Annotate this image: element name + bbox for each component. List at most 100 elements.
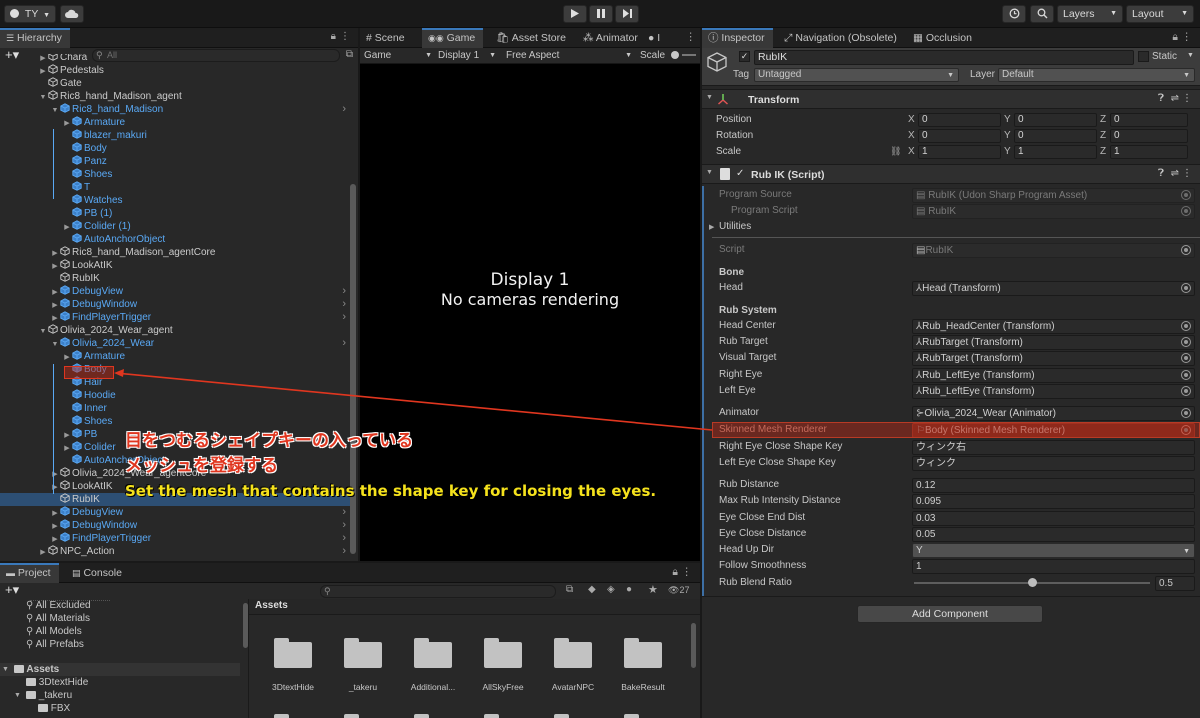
asset-folder-icon[interactable] [414,638,452,668]
search-by-label-icon[interactable]: ◆ [588,584,596,595]
animator-field[interactable]: ⊱Olivia_2024_Wear (Animator) [912,406,1195,421]
left-eye-shape-key-field[interactable]: ウィンク [912,456,1195,471]
add-icon[interactable]: +▾ [5,582,19,598]
help-icon[interactable]: ❓︎ [1158,168,1164,179]
more-menu-icon[interactable]: ⋮ [682,566,693,578]
more-menu-icon[interactable]: ⋮ [1182,93,1192,104]
scale-slider[interactable]: Scale [640,50,698,62]
asset-folder-icon[interactable] [414,714,452,718]
log-icon[interactable]: ● [626,584,632,595]
script-enabled-checkbox[interactable]: ✓ [736,169,747,180]
max-rub-intensity-field[interactable]: 0.095 [912,494,1195,509]
object-picker-icon[interactable] [1181,386,1191,396]
lock-icon[interactable]: 🔒︎ [331,31,336,42]
step-button[interactable] [615,5,639,23]
tag-icon[interactable]: ◈ [607,584,615,595]
chevron-right-icon[interactable]: › [342,337,346,350]
asset-folder-icon[interactable] [484,638,522,668]
tab-console[interactable]: ▤ Console [66,563,130,583]
rub-target-field[interactable]: ⅄RubTarget (Transform) [912,335,1195,350]
transform-position-x-field[interactable]: 0 [918,113,1001,127]
script-component-header[interactable]: ▼ ✓ Rub IK (Script) ❓︎ ⇌ ⋮ [702,164,1200,184]
project-tree-item[interactable]: ⚲ All Models [0,625,240,638]
rub-blend-ratio-field[interactable]: 0.5 [1155,576,1195,591]
rub-blend-slider-thumb[interactable] [1027,578,1037,587]
follow-smoothness-field[interactable]: 1 [912,559,1195,574]
hierarchy-row[interactable]: ▶ LookAtIK [0,259,356,272]
asset-folder-icon[interactable] [344,638,382,668]
asset-folder-label[interactable]: 3DtextHide [258,682,328,692]
object-picker-icon[interactable] [1181,245,1191,255]
hierarchy-row[interactable]: AutoAnchorObject [0,233,356,246]
object-picker-icon[interactable] [1181,353,1191,363]
hierarchy-row[interactable]: ▼ Olivia_2024_Wear › [0,337,356,350]
search-by-type-icon[interactable]: ⧉ [566,584,573,595]
tag-dropdown[interactable]: Untagged ▼ [754,68,959,82]
more-menu-icon[interactable]: ⋮ [1182,31,1193,43]
pause-button[interactable] [589,5,613,23]
constrain-proportions-icon[interactable]: ⛓ [890,146,901,157]
favorite-star-icon[interactable]: ★ [648,583,658,596]
asset-folder-icon[interactable] [624,714,662,718]
object-picker-icon[interactable] [1181,283,1191,293]
asset-folder-label[interactable]: BakeResult [608,682,678,692]
more-menu-icon[interactable]: ⋮ [1182,168,1192,179]
hierarchy-row[interactable]: ▼ Ric8_hand_Madison › [0,103,356,116]
presets-icon[interactable]: ⇌ [1171,93,1179,104]
asset-folder-icon[interactable] [554,638,592,668]
project-tree-item[interactable]: 3DtextHide [0,676,240,689]
tab-occlusion[interactable]: ▦ Occlusion [907,28,980,48]
transform-rotation-z-field[interactable]: 0 [1110,129,1188,143]
hierarchy-row[interactable]: ▶ Armature [0,116,356,129]
asset-grid-scrollbar[interactable] [691,623,696,668]
project-search-input[interactable]: ⚲ [320,585,556,598]
transform-header[interactable]: ▼ Transform ❓︎ ⇌ ⋮ [702,89,1200,109]
chevron-right-icon[interactable]: › [342,311,346,324]
tab-scene[interactable]: # Scene [360,28,413,48]
head-field[interactable]: ⅄Head (Transform) [912,281,1195,296]
hierarchy-row[interactable]: ▶ DebugWindow › [0,298,356,311]
chevron-right-icon[interactable]: › [342,532,346,545]
dropdown-caret-icon[interactable]: ▼ [1187,52,1194,59]
hierarchy-row[interactable]: ▶ Pedestals [0,64,356,77]
asset-folder-icon[interactable] [274,714,312,718]
asset-folder-icon[interactable] [274,638,312,668]
foldout-arrow-icon[interactable]: ▼ [706,169,713,176]
hierarchy-row[interactable]: ▶ Armature [0,350,356,363]
scale-slider-thumb[interactable] [670,51,679,59]
asset-folder-icon[interactable] [554,714,592,718]
presets-icon[interactable]: ⇌ [1171,168,1179,179]
cloud-button[interactable] [60,5,84,23]
hierarchy-row[interactable]: ▶ Chara [0,54,356,64]
expand-arrow-icon[interactable]: ▶ [38,546,48,559]
transform-scale-x-field[interactable]: 1 [918,145,1001,159]
hierarchy-row[interactable]: Gate [0,77,356,90]
transform-position-y-field[interactable]: 0 [1014,113,1097,127]
tab-project[interactable]: ▬ Project [0,563,59,583]
more-menu-icon[interactable]: ⋮ [340,31,350,42]
tab-more[interactable]: ● I [642,28,668,48]
hierarchy-row[interactable]: ▶ DebugWindow › [0,519,356,532]
chevron-right-icon[interactable]: › [342,506,346,519]
hierarchy-row[interactable]: ▶ Ric8_hand_Madison_agentCore [0,246,356,259]
aspect-dropdown[interactable]: Free Aspect ▼ [506,50,634,62]
display-dropdown[interactable]: Display 1 ▼ [438,50,498,62]
hierarchy-row[interactable]: ▶ FindPlayerTrigger › [0,532,356,545]
expand-arrow-icon[interactable]: ▼ [2,663,9,676]
hierarchy-row[interactable]: ▶ DebugView › [0,506,356,519]
hierarchy-row[interactable]: ▶ NPC_Action › [0,545,356,558]
expand-arrow-icon[interactable]: ▼ [14,689,21,702]
hierarchy-row[interactable]: ▶ FindPlayerTrigger › [0,311,356,324]
static-checkbox[interactable] [1138,51,1149,62]
tab-hierarchy[interactable]: ☰ Hierarchy [0,28,70,48]
asset-folder-label[interactable]: _takeru [328,682,398,692]
hierarchy-row[interactable]: ▶ DebugView › [0,285,356,298]
rub-distance-field[interactable]: 0.12 [912,478,1195,493]
hierarchy-row[interactable]: ▼ Ric8_hand_Madison_agent [0,90,356,103]
transform-position-z-field[interactable]: 0 [1110,113,1188,127]
project-tree-item[interactable]: ⚲ All Materials [0,612,240,625]
head-center-field[interactable]: ⅄Rub_HeadCenter (Transform) [912,319,1195,334]
project-tree-item[interactable]: ▼ _takeru [0,689,240,702]
play-button[interactable] [563,5,587,23]
search-button[interactable] [1030,5,1054,23]
